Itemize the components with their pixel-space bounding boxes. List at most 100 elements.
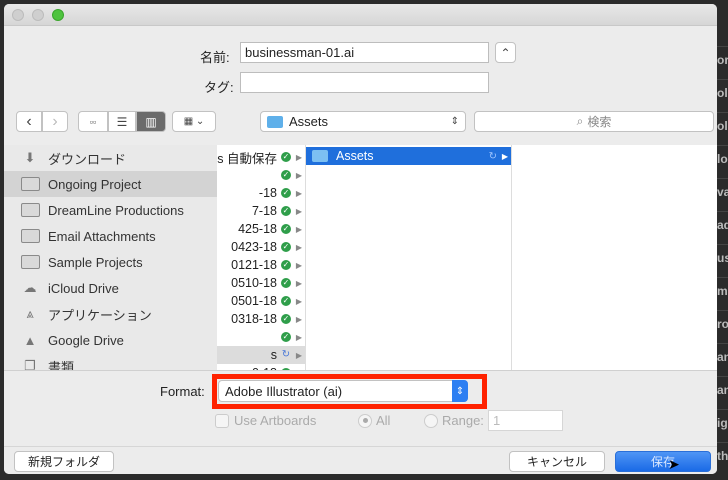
minimize-button[interactable] <box>32 9 44 21</box>
cancel-button[interactable]: キャンセル <box>509 451 605 472</box>
synced-check-icon: ✓ <box>281 224 291 234</box>
item-label: 425-18 <box>238 222 277 236</box>
list-item[interactable]: ✓ ▶ <box>217 166 305 184</box>
chevron-right-icon: ▶ <box>295 242 302 252</box>
item-label: Assets <box>336 149 374 163</box>
synced-check-icon: ✓ <box>281 314 291 324</box>
background-text: us <box>717 244 728 272</box>
options-panel: Format: Adobe Illustrator (ai) ⇕ Use Art… <box>4 370 717 474</box>
sidebar: ⬇ ダウンロード Ongoing Project DreamLine Producti… <box>4 145 217 375</box>
sidebar-item[interactable]: ⩓ アプリケーション <box>4 301 217 327</box>
forward-button[interactable]: › <box>42 111 68 132</box>
sidebar-item-label: iCloud Drive <box>48 280 119 296</box>
background-text: olo <box>717 79 728 107</box>
item-label: s 自動保存 <box>217 151 277 166</box>
all-label: All <box>376 413 391 428</box>
list-item[interactable]: ✓ ▶ <box>217 328 305 346</box>
folder-icon <box>267 115 283 128</box>
tag-input[interactable] <box>240 72 489 93</box>
column-2: Assets ↻ ▶ <box>306 145 512 370</box>
chevron-right-icon: › <box>52 112 58 130</box>
close-button[interactable] <box>12 9 24 21</box>
all-radio[interactable]: All <box>358 413 390 428</box>
sidebar-item[interactable]: Sample Projects <box>4 249 217 275</box>
expand-button[interactable]: ⌃ <box>495 42 516 63</box>
zoom-button[interactable] <box>52 9 64 21</box>
folder-icon <box>20 228 40 244</box>
name-label: 名前: <box>200 50 230 65</box>
search-field[interactable]: ⌕ 検索 <box>474 111 714 132</box>
use-artboards-checkbox[interactable]: Use Artboards <box>215 413 316 428</box>
chevron-right-icon: ▶ <box>295 332 302 342</box>
background-text: ora <box>717 46 728 74</box>
synced-check-icon: ✓ <box>281 170 291 180</box>
item-label: 0423-18 <box>231 240 277 254</box>
search-icon: ⌕ <box>576 114 584 128</box>
list-item[interactable]: 0510-18 ✓ ▶ <box>217 274 305 292</box>
arrange-icon: ▦ ⌄ <box>183 116 205 127</box>
sync-icon: ↻ <box>488 150 497 162</box>
chevron-right-icon: ▶ <box>295 350 302 360</box>
list-item[interactable]: s ↻ ▶ <box>217 346 305 364</box>
sidebar-item[interactable]: ▲ Google Drive <box>4 327 217 353</box>
sidebar-item-label: アプリケーション <box>48 307 152 323</box>
sidebar-item[interactable]: DreamLine Productions <box>4 197 217 223</box>
chevron-left-icon: ‹ <box>26 112 32 130</box>
synced-check-icon: ✓ <box>281 152 291 162</box>
format-select[interactable]: Adobe Illustrator (ai) ⇕ <box>218 380 468 402</box>
sync-icon: ↻ <box>281 349 291 360</box>
list-view-button[interactable]: ☰ <box>108 111 136 132</box>
sidebar-item[interactable]: Ongoing Project <box>4 171 217 197</box>
cloud-icon: ☁ <box>23 280 37 295</box>
background-text: ad <box>717 211 728 239</box>
background-text: vat <box>717 178 728 206</box>
background-text: mi <box>717 277 728 305</box>
chevron-right-icon: ▶ <box>295 314 302 324</box>
sidebar-item[interactable]: ⬇ ダウンロード <box>4 145 217 171</box>
list-item[interactable]: -18 ✓ ▶ <box>217 184 305 202</box>
list-icon: ☰ <box>116 114 128 129</box>
grid-icon: ▫▫ <box>89 116 97 127</box>
background-text: an <box>717 343 728 371</box>
item-label: 0501-18 <box>231 294 277 308</box>
sidebar-item[interactable]: Email Attachments <box>4 223 217 249</box>
new-folder-button[interactable]: 新規フォルダ <box>14 451 114 472</box>
range-label: Range: <box>442 413 484 428</box>
chevron-right-icon: ▶ <box>295 260 302 270</box>
arrange-button[interactable]: ▦ ⌄ <box>172 111 216 132</box>
sidebar-item-label: Google Drive <box>48 332 124 348</box>
location-popup[interactable]: Assets ⇕ <box>260 111 466 132</box>
list-item-assets[interactable]: Assets ↻ ▶ <box>306 147 511 165</box>
icon-view-button[interactable]: ▫▫ <box>78 111 108 132</box>
list-item[interactable]: 0501-18 ✓ ▶ <box>217 292 305 310</box>
columns-icon: ▥ <box>145 114 157 129</box>
tag-label: タグ: <box>204 80 234 95</box>
range-radio[interactable]: Range: <box>424 413 484 428</box>
location-label: Assets <box>289 114 329 129</box>
list-item[interactable]: 0121-18 ✓ ▶ <box>217 256 305 274</box>
save-button[interactable]: 保存 ➤ <box>615 451 711 472</box>
applications-icon: ⩓ <box>26 306 34 321</box>
synced-check-icon: ✓ <box>281 278 291 288</box>
range-input[interactable]: 1 <box>488 410 563 431</box>
item-label: 0510-18 <box>231 276 277 290</box>
list-item[interactable]: 7-18 ✓ ▶ <box>217 202 305 220</box>
sidebar-item[interactable]: ☁ iCloud Drive <box>4 275 217 301</box>
synced-check-icon: ✓ <box>281 206 291 216</box>
sidebar-item-label: Email Attachments <box>48 228 156 244</box>
sidebar-item-label: Ongoing Project <box>48 176 142 192</box>
list-item[interactable]: 425-18 ✓ ▶ <box>217 220 305 238</box>
item-label: 0318-18 <box>231 312 277 326</box>
list-item[interactable]: s 自動保存 ✓ ▶ <box>217 148 305 166</box>
folder-icon <box>20 176 40 192</box>
list-item[interactable]: 0318-18 ✓ ▶ <box>217 310 305 328</box>
name-input[interactable]: businessman-01.ai <box>240 42 489 63</box>
synced-check-icon: ✓ <box>281 260 291 270</box>
search-placeholder: 検索 <box>587 115 612 129</box>
column-3 <box>512 145 717 370</box>
back-button[interactable]: ‹ <box>16 111 42 132</box>
list-item[interactable]: 0423-18 ✓ ▶ <box>217 238 305 256</box>
synced-check-icon: ✓ <box>281 242 291 252</box>
column-view-button[interactable]: ▥ <box>136 111 166 132</box>
item-label: s <box>270 348 277 362</box>
